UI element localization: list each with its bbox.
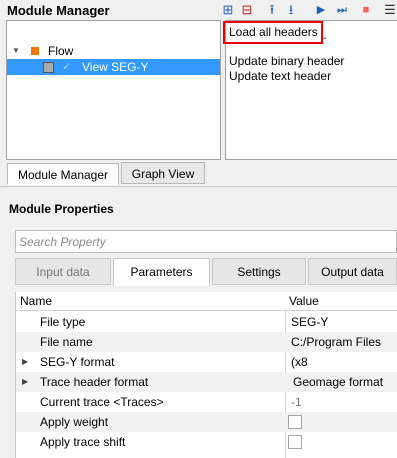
property-name: Current trace <Traces>: [40, 395, 164, 409]
add-module-icon[interactable]: ⊞: [221, 2, 235, 18]
tree-item-label: View SEG-Y: [82, 60, 149, 74]
property-value[interactable]: -1: [291, 392, 302, 412]
grid-header: Name Value: [16, 292, 397, 311]
divider: [0, 186, 397, 187]
expand-arrow-icon[interactable]: ▶: [22, 352, 28, 372]
tree-item-flow[interactable]: ▼ Flow: [7, 43, 220, 59]
module-properties-title: Module Properties: [9, 202, 114, 216]
run-icon[interactable]: ▶: [314, 2, 328, 18]
column-header-value[interactable]: Value: [289, 292, 319, 310]
property-row-file-type[interactable]: File type SEG-Y: [16, 312, 397, 332]
property-grid: Name Value File type SEG-Y File name C:/…: [15, 292, 397, 458]
property-row-segy-format[interactable]: ▶ SEG-Y format: [16, 352, 397, 372]
expand-arrow-icon[interactable]: ▼: [12, 43, 20, 59]
move-up-icon[interactable]: ⭱: [265, 2, 279, 18]
property-row-trace-header-format[interactable]: ▶ Trace header format Geomage format: [16, 372, 397, 392]
list-icon[interactable]: ☰: [383, 2, 397, 18]
property-name: Apply trace shift: [40, 435, 126, 449]
property-value[interactable]: Geomage format: [293, 372, 383, 392]
property-name: Trace header format: [40, 375, 149, 389]
search-input[interactable]: Search Property: [15, 230, 397, 253]
menu-item-load-all-headers[interactable]: Load all headers: [229, 25, 318, 39]
tab-settings[interactable]: Settings: [212, 258, 306, 285]
run-step-icon[interactable]: ⏭: [335, 2, 349, 18]
stop-icon[interactable]: ■: [359, 2, 373, 18]
property-row-apply-weight[interactable]: Apply weight: [16, 412, 397, 432]
property-row-file-name[interactable]: File name C:/Program Files (x8: [16, 332, 397, 369]
tree-item-view-segy[interactable]: ✓ View SEG-Y: [7, 59, 220, 75]
property-value[interactable]: SEG-Y: [291, 312, 328, 332]
property-row-apply-trace-shift[interactable]: Apply trace shift: [16, 432, 397, 452]
property-name: File name: [40, 335, 93, 349]
property-name: SEG-Y format: [40, 355, 115, 369]
menu-separator: -: [323, 33, 327, 44]
tree-item-label: Flow: [48, 44, 74, 58]
expand-arrow-icon[interactable]: ▶: [22, 372, 28, 392]
check-icon: ✓: [62, 61, 72, 73]
module-manager-title: Module Manager: [7, 3, 110, 18]
menu-item-update-text-header[interactable]: Update text header: [229, 69, 331, 83]
tab-output-data[interactable]: Output data: [308, 258, 397, 285]
flow-tree-panel: ▼ Flow ✓ View SEG-Y: [6, 20, 221, 160]
column-header-name[interactable]: Name: [20, 292, 52, 310]
property-row-current-trace[interactable]: Current trace <Traces> -1: [16, 392, 397, 412]
apply-weight-checkbox[interactable]: [288, 415, 302, 429]
flow-icon: [31, 47, 39, 55]
module-checkbox[interactable]: [43, 62, 54, 73]
tab-input-data[interactable]: Input data: [15, 258, 111, 285]
apply-trace-shift-checkbox[interactable]: [288, 435, 302, 449]
property-name: Apply weight: [40, 415, 109, 429]
menu-item-update-binary-header[interactable]: Update binary header: [229, 54, 344, 68]
tab-graph-view[interactable]: Graph View: [121, 162, 205, 184]
property-name: File type: [40, 315, 86, 329]
tab-module-manager[interactable]: Module Manager: [7, 163, 119, 185]
tab-parameters[interactable]: Parameters: [113, 258, 210, 286]
move-down-icon[interactable]: ⭳: [284, 2, 298, 18]
remove-module-icon[interactable]: ⊟: [240, 2, 254, 18]
